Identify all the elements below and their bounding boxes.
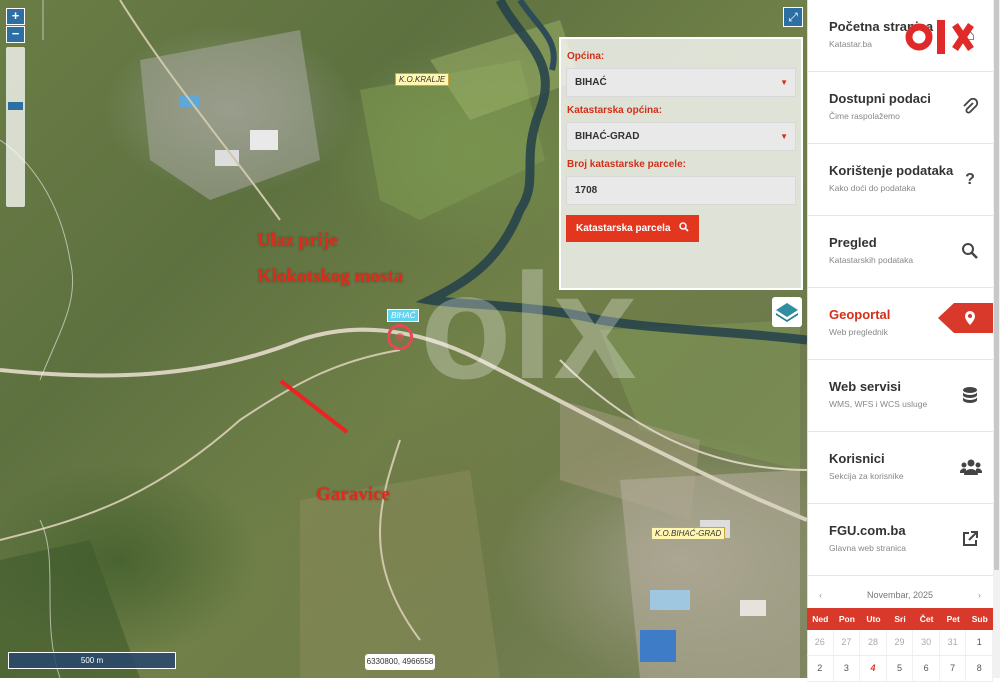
chevron-down-icon: ▼ <box>780 132 788 141</box>
place-label-bihac: BIHAĆ <box>387 309 420 322</box>
calendar-weekdays: Ned Pon Uto Sri Čet Pet Sub <box>807 608 993 630</box>
users-icon <box>959 458 983 478</box>
calendar-day[interactable]: 2 <box>807 656 834 681</box>
calendar-day[interactable]: 7 <box>940 656 967 681</box>
sidebar: Početna stranica Katastar.ba ⌂ Dostupni … <box>807 0 1000 678</box>
sidebar-item-pregled[interactable]: Pregled Katastarskih podataka <box>808 216 1000 288</box>
calendar: ‹ Novembar, 2025 › Ned Pon Uto Sri Čet P… <box>807 582 994 682</box>
calendar-prev-button[interactable]: ‹ <box>819 582 822 608</box>
katastarska-parcela-button[interactable]: Katastarska parcela <box>566 215 700 242</box>
search-icon <box>679 222 689 232</box>
sidebar-item-web-servisi[interactable]: Web servisi WMS, WFS i WCS usluge <box>808 360 1000 432</box>
zoom-out-button[interactable]: − <box>6 26 25 43</box>
calendar-month: Novembar, 2025 <box>866 590 934 600</box>
chevron-down-icon: ▼ <box>780 78 788 87</box>
calendar-week: 26 27 28 29 30 31 1 <box>807 630 994 656</box>
external-link-icon <box>960 530 980 550</box>
scrollbar-thumb[interactable] <box>994 0 999 570</box>
annotation-line2: Klokotskog mosta <box>257 266 404 287</box>
parcela-label: Broj katastarske parcele: <box>567 159 686 170</box>
weekday: Sub <box>971 614 988 624</box>
weekday: Čet <box>919 614 934 624</box>
opcina-select[interactable]: BIHAĆ ▼ <box>566 68 796 97</box>
map-marker-icon <box>938 303 1000 333</box>
olx-logo <box>905 17 993 62</box>
calendar-day[interactable]: 3 <box>834 656 861 681</box>
annotation-line1: Ulaz prije <box>257 230 338 251</box>
sidebar-item-korisnici[interactable]: Korisnici Sekcija za korisnike <box>808 432 1000 504</box>
calendar-day[interactable]: 6 <box>913 656 940 681</box>
calendar-day-today[interactable]: 4 <box>860 656 887 681</box>
opcina-value: BIHAĆ <box>575 77 607 88</box>
zoom-controls: + − <box>6 8 25 44</box>
place-label-kralje: K.O.KRALJE <box>395 73 450 86</box>
map-viewport[interactable]: + − ⤢ K.O.KRALJE BIHAĆ K.O.BIHAĆ-GRAD Ul… <box>0 0 807 678</box>
weekday: Uto <box>866 614 881 624</box>
calendar-week: 2 3 4 5 6 7 8 <box>807 656 994 682</box>
weekday: Ned <box>812 614 829 624</box>
parcel-search-panel: Općina: BIHAĆ ▼ Katastarska općina: BIHA… <box>559 37 803 290</box>
calendar-day[interactable]: 30 <box>913 630 940 655</box>
opcina-label: Općina: <box>567 51 605 62</box>
calendar-header: ‹ Novembar, 2025 › <box>807 582 993 608</box>
calendar-day[interactable]: 27 <box>834 630 861 655</box>
annotation-area: Garavice <box>316 484 390 505</box>
calendar-day[interactable]: 5 <box>887 656 914 681</box>
calendar-day[interactable]: 28 <box>860 630 887 655</box>
calendar-day[interactable]: 1 <box>966 630 994 655</box>
calendar-day[interactable]: 29 <box>887 630 914 655</box>
sidebar-scrollbar[interactable] <box>993 0 1000 678</box>
paperclip-icon <box>960 97 980 118</box>
sidebar-item-koristenje[interactable]: Korištenje podataka Kako doći do podatak… <box>808 144 1000 216</box>
calendar-day[interactable]: 31 <box>940 630 967 655</box>
calendar-next-button[interactable]: › <box>978 582 981 608</box>
calendar-day[interactable]: 8 <box>966 656 994 681</box>
search-icon <box>960 242 980 262</box>
parcela-input[interactable]: 1708 <box>566 176 796 205</box>
katastarska-parcela-button-label: Katastarska parcela <box>576 223 671 234</box>
database-icon <box>960 386 980 406</box>
zoom-slider[interactable] <box>6 47 25 207</box>
parcel-marker[interactable] <box>387 324 413 350</box>
katastarska-opcina-select[interactable]: BIHAĆ-GRAD ▼ <box>566 122 796 151</box>
place-label-bihac-grad: K.O.BIHAĆ-GRAD <box>651 527 726 540</box>
katastarska-opcina-label: Katastarska općina: <box>567 105 663 116</box>
layers-button[interactable] <box>772 297 802 327</box>
katastarska-opcina-value: BIHAĆ-GRAD <box>575 131 640 142</box>
expand-icon[interactable]: ⤢ <box>783 7 803 27</box>
sidebar-item-fgu[interactable]: FGU.com.ba Glavna web stranica <box>808 504 1000 576</box>
weekday: Pet <box>946 614 960 624</box>
zoom-in-button[interactable]: + <box>6 8 25 25</box>
weekday: Sri <box>894 614 906 624</box>
olx-logo-icon <box>905 20 974 54</box>
layers-icon <box>776 303 798 322</box>
scale-bar: 500 m <box>8 652 176 669</box>
calendar-day[interactable]: 26 <box>807 630 834 655</box>
sidebar-item-geoportal[interactable]: Geoportal Web preglednik <box>808 288 1000 360</box>
question-icon: ? <box>965 171 975 188</box>
zoom-slider-handle[interactable] <box>8 102 23 110</box>
coordinates-readout: 6330800, 4966558 <box>365 654 435 670</box>
sidebar-item-dostupni-podaci[interactable]: Dostupni podaci Čime raspolažemo <box>808 72 1000 144</box>
weekday: Pon <box>838 614 855 624</box>
